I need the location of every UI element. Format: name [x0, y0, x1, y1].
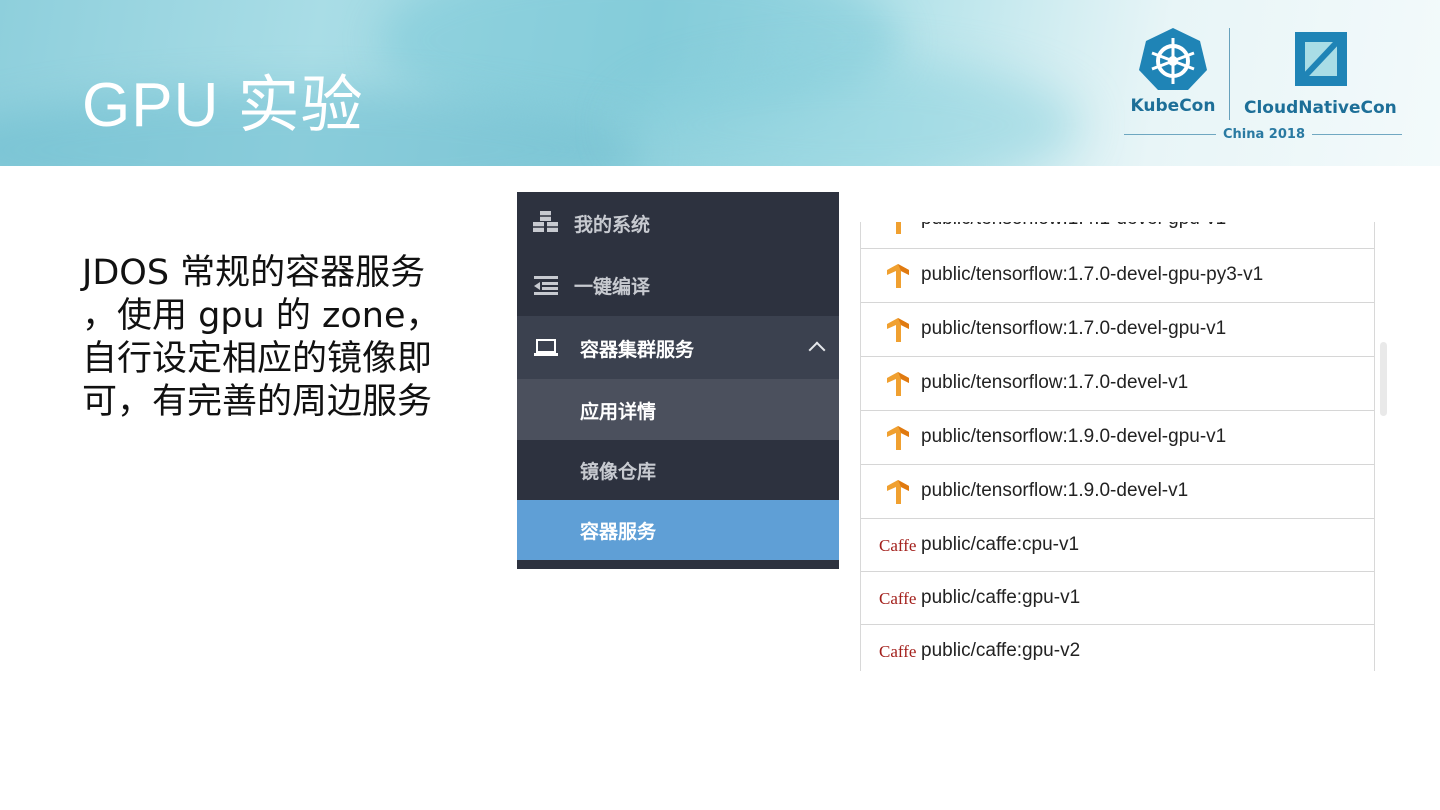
- sidebar-item-container-cluster[interactable]: 容器集群服务: [517, 316, 839, 379]
- description-line: ，使用 gpu 的 zone，: [82, 296, 441, 336]
- chevron-up-icon: [808, 341, 826, 359]
- slide-title: GPU 实验: [82, 71, 364, 140]
- list-item[interactable]: Caffe public/caffe:gpu-v2: [861, 624, 1374, 671]
- list-item[interactable]: public/tensorflow:1.7.0-devel-gpu-v1: [861, 302, 1374, 357]
- cncf-square-icon: [1295, 32, 1347, 86]
- image-name: public/tensorflow:1.7.0-devel-gpu-py3-v1: [921, 264, 1264, 285]
- tensorflow-icon: [896, 222, 901, 234]
- cloudnativecon-logo: CloudNativeCon: [1244, 30, 1404, 130]
- image-name: public/caffe:cpu-v1: [921, 534, 1080, 555]
- sidebar-item-app-details[interactable]: 应用详情: [517, 379, 839, 440]
- laptop-icon: [531, 336, 561, 360]
- image-list: public/tensorflow:1.4.1-devel-gpu-v1 pub…: [860, 222, 1375, 671]
- description-line: 自行设定相应的镜像即: [82, 339, 433, 379]
- list-item[interactable]: public/tensorflow:1.4.1-devel-gpu-v1: [861, 222, 1374, 249]
- list-item[interactable]: Caffe public/caffe:cpu-v1: [861, 518, 1374, 572]
- kubecon-logo: KubeCon: [1130, 26, 1216, 126]
- sidebar-item-label: 我的系统: [574, 214, 651, 236]
- caffe-icon: Caffe: [879, 536, 917, 555]
- image-name: public/tensorflow:1.9.0-devel-v1: [921, 480, 1189, 501]
- sidebar-menu: 我的系统 一键编译 容器集群服务 应用详情 镜像仓库 容器服务: [517, 192, 839, 569]
- tensorflow-icon: [887, 480, 909, 504]
- image-name: public/tensorflow:1.4.1-devel-gpu-v1: [921, 222, 1226, 230]
- indent-list-icon: [531, 273, 561, 297]
- list-item[interactable]: public/tensorflow:1.9.0-devel-gpu-v1: [861, 410, 1374, 465]
- event-label: China 2018: [1223, 127, 1305, 142]
- sidebar-item-label: 容器集群服务: [580, 339, 695, 361]
- china-line-left: [1124, 134, 1216, 135]
- sidebar-item-label: 一键编译: [574, 276, 651, 298]
- description-line: JDOS 常规的容器服务: [82, 253, 426, 293]
- list-item[interactable]: public/tensorflow:1.7.0-devel-gpu-py3-v1: [861, 248, 1374, 303]
- tensorflow-icon: [887, 318, 909, 342]
- image-name: public/caffe:gpu-v2: [921, 640, 1081, 661]
- tensorflow-icon: [887, 264, 909, 288]
- cubes-icon: [531, 211, 561, 235]
- sidebar-item-label: 应用详情: [580, 401, 657, 423]
- image-name: public/tensorflow:1.7.0-devel-v1: [921, 372, 1189, 393]
- list-item[interactable]: public/tensorflow:1.9.0-devel-v1: [861, 464, 1374, 519]
- image-name: public/tensorflow:1.9.0-devel-gpu-v1: [921, 426, 1227, 447]
- list-item[interactable]: public/tensorflow:1.7.0-devel-v1: [861, 356, 1374, 411]
- image-name: public/tensorflow:1.7.0-devel-gpu-v1: [921, 318, 1227, 339]
- tensorflow-icon: [887, 372, 909, 396]
- sidebar-item-one-click-build[interactable]: 一键编译: [517, 254, 839, 316]
- slide-description: JDOS 常规的容器服务 ，使用 gpu 的 zone， 自行设定相应的镜像即 …: [82, 252, 462, 424]
- tensorflow-icon: [887, 426, 909, 450]
- list-item[interactable]: Caffe public/caffe:gpu-v1: [861, 571, 1374, 625]
- china-line-right: [1312, 134, 1402, 135]
- logo-divider: [1229, 28, 1230, 120]
- caffe-icon: Caffe: [879, 642, 917, 661]
- sidebar-item-my-system[interactable]: 我的系统: [517, 192, 839, 254]
- description-line: 可，有完善的周边服务: [82, 382, 433, 422]
- sidebar-item-label: 镜像仓库: [580, 461, 657, 483]
- kubernetes-helm-icon: [1139, 28, 1207, 90]
- sidebar-item-container-service[interactable]: 容器服务: [517, 500, 839, 560]
- cloudnativecon-wordmark: CloudNativeCon: [1244, 98, 1397, 118]
- list-scrollbar[interactable]: [1380, 342, 1387, 416]
- caffe-icon: Caffe: [879, 589, 917, 608]
- image-name: public/caffe:gpu-v1: [921, 587, 1081, 608]
- sidebar-item-label: 容器服务: [580, 521, 657, 543]
- kubecon-wordmark: KubeCon: [1130, 96, 1216, 116]
- sidebar-item-image-repository[interactable]: 镜像仓库: [517, 440, 839, 500]
